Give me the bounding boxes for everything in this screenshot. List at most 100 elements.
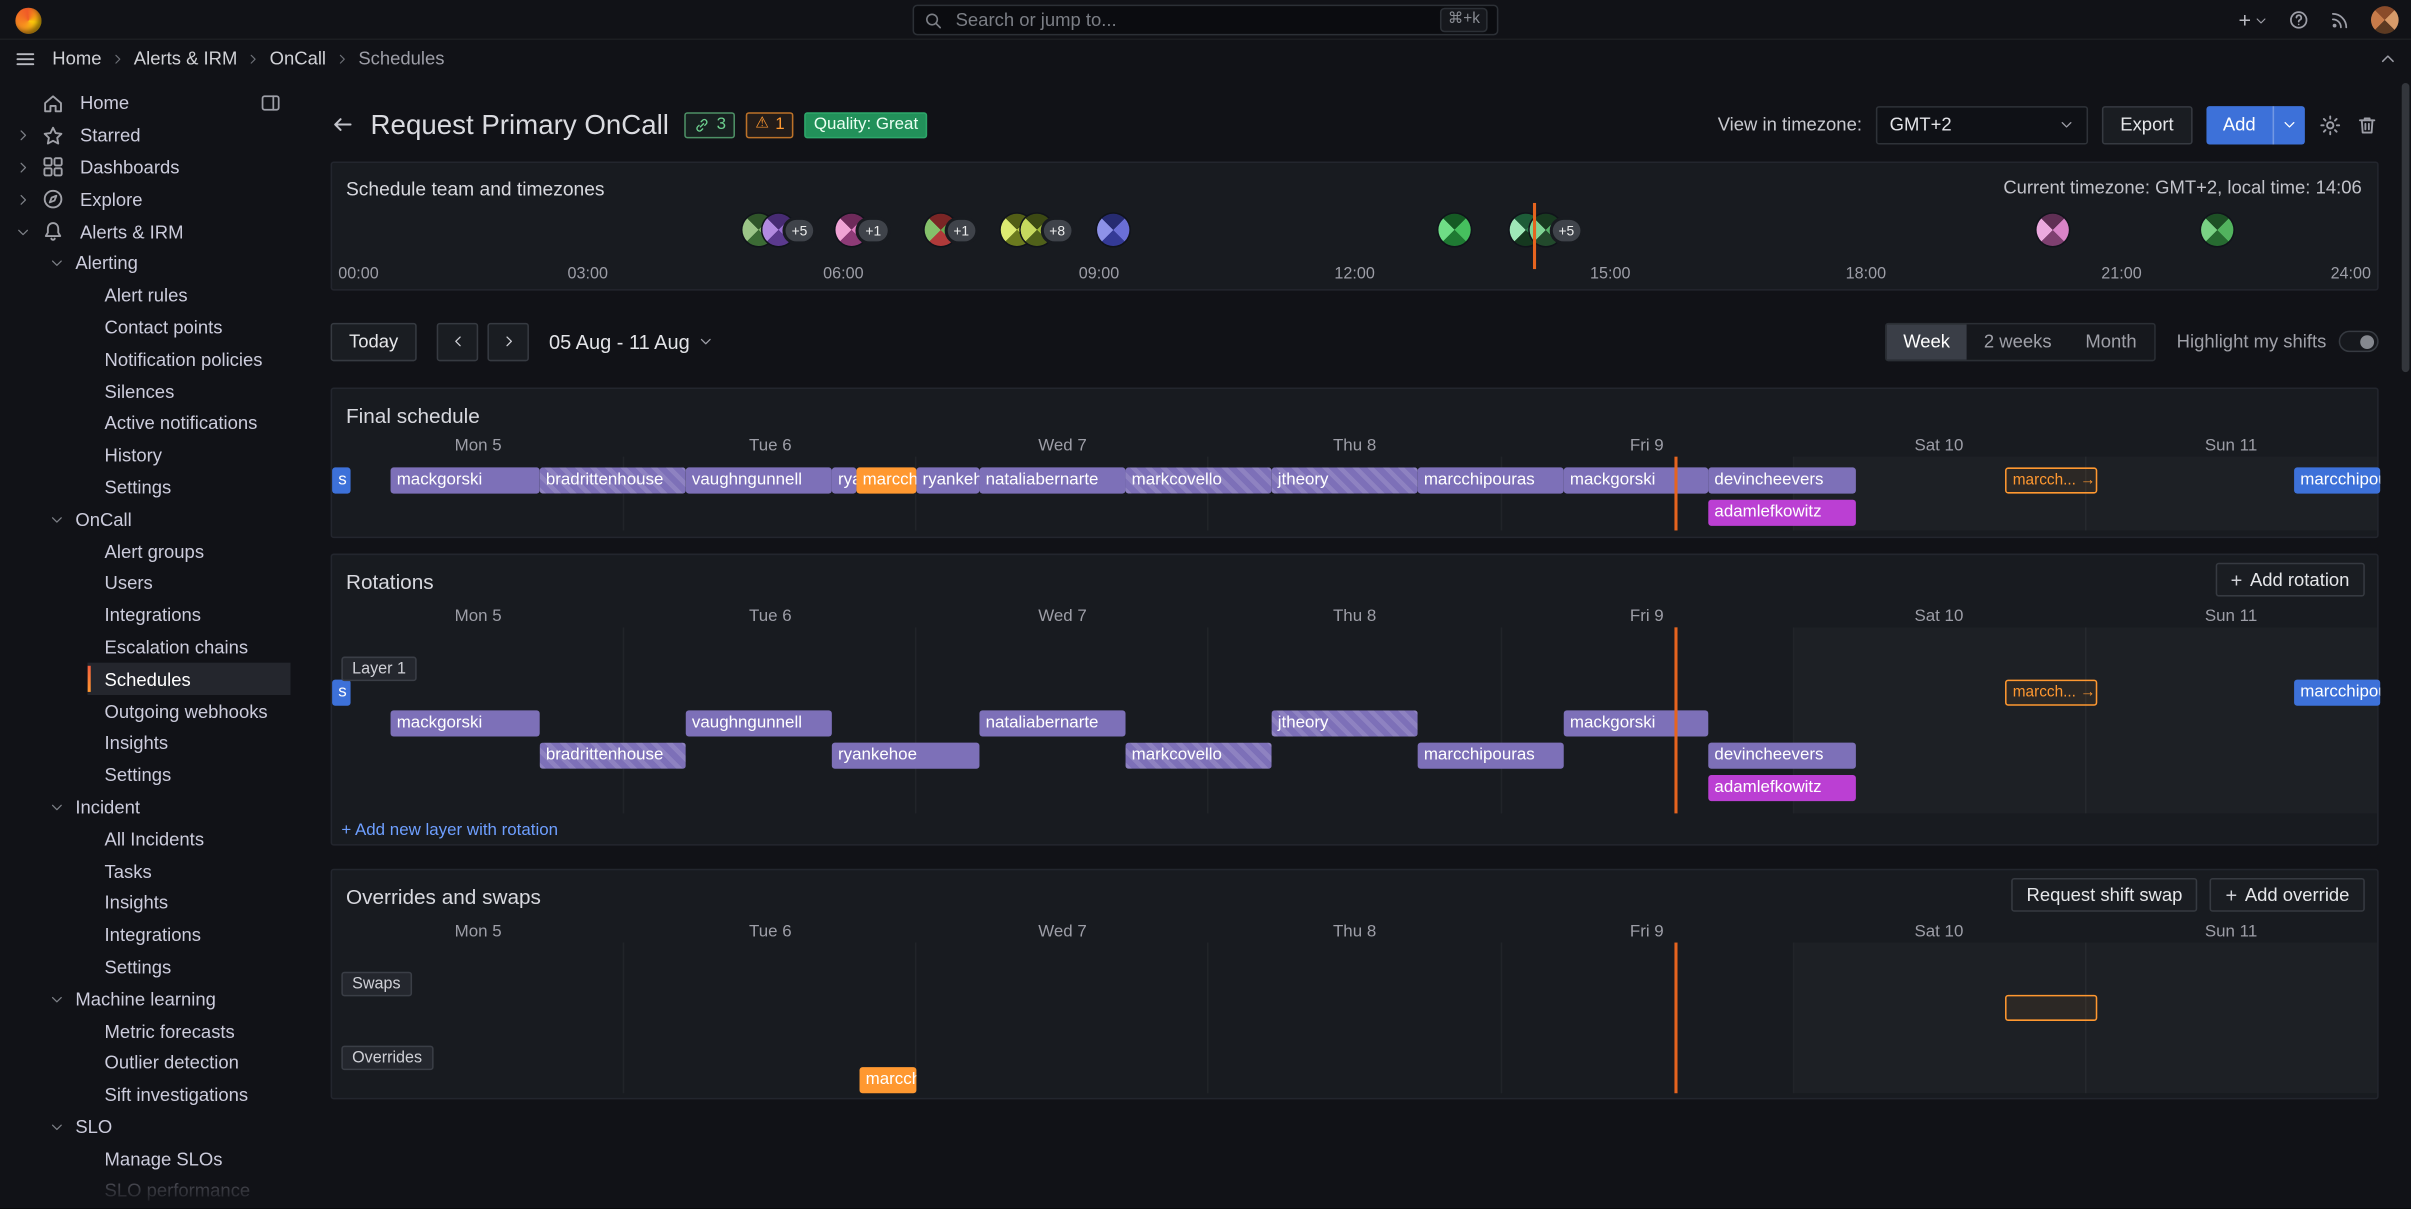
sidebar-item-slo-performance[interactable]: SLO performance xyxy=(0,1175,297,1207)
sidebar-item-metric-forecasts[interactable]: Metric forecasts xyxy=(0,1015,297,1047)
shift-bar[interactable]: markcovello xyxy=(1126,467,1272,493)
user-avatar-group[interactable]: +1 xyxy=(924,214,975,246)
rotation-bar[interactable]: mackgorski xyxy=(391,710,540,736)
news-button[interactable] xyxy=(2329,9,2351,31)
sidebar-item-slo[interactable]: SLO xyxy=(0,1111,297,1143)
sidebar-item-contact-points[interactable]: Contact points xyxy=(0,311,297,343)
dock-menu-icon[interactable] xyxy=(260,93,282,115)
highlight-shifts-toggle[interactable] xyxy=(2339,331,2379,353)
sidebar-item-alert-rules[interactable]: Alert rules xyxy=(0,280,297,312)
user-avatar-group[interactable] xyxy=(2036,214,2068,246)
shift-bar[interactable]: s xyxy=(332,680,350,706)
sidebar-item-alerting[interactable]: Alerting xyxy=(0,248,297,280)
rotation-bar[interactable]: adamlefkowitz xyxy=(1708,775,1856,801)
sidebar-item-all-incidents[interactable]: All Incidents xyxy=(0,823,297,855)
shift-bar[interactable]: rya xyxy=(832,467,857,493)
sidebar-item-alerting-settings[interactable]: Settings xyxy=(0,471,297,503)
breadcrumb-home[interactable]: Home xyxy=(52,48,101,70)
new-menu-button[interactable]: + xyxy=(2238,9,2268,31)
view-week-tab[interactable]: Week xyxy=(1886,324,1967,359)
shift-bar[interactable]: mackgorski xyxy=(1564,467,1709,493)
view-2weeks-tab[interactable]: 2 weeks xyxy=(1967,324,2069,359)
user-avatar[interactable] xyxy=(2371,6,2399,34)
rotation-bar[interactable]: nataliabernarte xyxy=(979,710,1125,736)
sidebar-item-active-notifications[interactable]: Active notifications xyxy=(0,407,297,439)
shift-bar[interactable]: adamlefkowitz xyxy=(1708,500,1856,526)
breadcrumb-alerts-irm[interactable]: Alerts & IRM xyxy=(134,48,238,70)
rotation-bar[interactable]: vaughngunnell xyxy=(686,710,832,736)
sidebar-item-alerts-irm[interactable]: Alerts & IRM xyxy=(0,216,297,248)
sidebar-item-incident-insights[interactable]: Insights xyxy=(0,887,297,919)
shift-bar[interactable]: vaughngunnell xyxy=(686,467,832,493)
scroll-to-top-button[interactable] xyxy=(2379,49,2397,67)
sidebar-item-oncall-settings[interactable]: Settings xyxy=(0,759,297,791)
add-rotation-button[interactable]: + Add rotation xyxy=(2215,563,2365,597)
sidebar-item-machine-learning[interactable]: Machine learning xyxy=(0,983,297,1015)
sidebar-item-schedules[interactable]: Schedules xyxy=(0,663,297,695)
user-avatar-group[interactable]: +8 xyxy=(1000,214,1071,246)
rotation-bar[interactable]: jtheory xyxy=(1272,710,1418,736)
user-avatar-group[interactable]: +1 xyxy=(836,214,887,246)
shift-bar[interactable]: devincheevers xyxy=(1708,467,1856,493)
shift-bar[interactable]: jtheory xyxy=(1272,467,1418,493)
sidebar-item-incident-settings[interactable]: Settings xyxy=(0,951,297,983)
user-avatar-group[interactable]: +5 xyxy=(742,214,813,246)
shift-bar[interactable]: ryankeho xyxy=(916,467,979,493)
page-scrollbar[interactable] xyxy=(2402,83,2410,372)
rotation-bar[interactable]: markcovello xyxy=(1126,743,1272,769)
swap-request-bar[interactable] xyxy=(2005,995,2097,1021)
sidebar-item-tasks[interactable]: Tasks xyxy=(0,855,297,887)
quality-badge[interactable]: Quality: Great xyxy=(805,111,928,137)
sidebar-item-dashboards[interactable]: Dashboards xyxy=(0,152,297,184)
shift-bar[interactable]: bradrittenhouse xyxy=(540,467,686,493)
override-bar[interactable]: marcchip xyxy=(860,1067,917,1093)
sidebar-item-oncall-insights[interactable]: Insights xyxy=(0,727,297,759)
menu-toggle-button[interactable] xyxy=(14,47,37,70)
sidebar-item-manage-slos[interactable]: Manage SLOs xyxy=(0,1143,297,1175)
breadcrumb-oncall[interactable]: OnCall xyxy=(270,48,326,70)
next-week-button[interactable] xyxy=(487,322,529,360)
shift-bar[interactable]: s xyxy=(332,467,350,493)
sidebar-item-oncall[interactable]: OnCall xyxy=(0,503,297,535)
user-avatar-group[interactable]: +5 xyxy=(1509,214,1580,246)
timezone-select[interactable]: GMT+2 xyxy=(1876,105,2088,143)
view-month-tab[interactable]: Month xyxy=(2068,324,2153,359)
help-button[interactable] xyxy=(2288,9,2310,31)
add-layer-link[interactable]: + Add new layer with rotation xyxy=(341,821,558,839)
settings-gear-icon[interactable] xyxy=(2319,113,2342,136)
linked-escalations-badge[interactable]: 3 xyxy=(684,111,735,137)
shift-bar[interactable]: marcchipouras xyxy=(1418,467,1564,493)
user-avatar-group[interactable] xyxy=(1439,214,1471,246)
sidebar-item-notification-policies[interactable]: Notification policies xyxy=(0,343,297,375)
sidebar-item-sift-investigations[interactable]: Sift investigations xyxy=(0,1079,297,1111)
rotation-bar[interactable]: devincheevers xyxy=(1708,743,1856,769)
sidebar-item-incident-integrations[interactable]: Integrations xyxy=(0,919,297,951)
sidebar-item-outlier-detection[interactable]: Outlier detection xyxy=(0,1047,297,1079)
sidebar-item-oncall-integrations[interactable]: Integrations xyxy=(0,599,297,631)
date-range-selector[interactable]: 05 Aug - 11 Aug xyxy=(549,330,713,353)
sidebar-item-explore[interactable]: Explore xyxy=(0,184,297,216)
user-avatar-group[interactable] xyxy=(2201,214,2233,246)
rotation-bar[interactable]: marcchipouras xyxy=(1418,743,1564,769)
rotation-bar[interactable]: bradrittenhouse xyxy=(540,743,686,769)
sidebar-item-starred[interactable]: Starred xyxy=(0,120,297,152)
rotation-bar[interactable]: mackgorski xyxy=(1564,710,1709,736)
sidebar-item-users[interactable]: Users xyxy=(0,567,297,599)
delete-trash-icon[interactable] xyxy=(2356,113,2379,136)
add-button[interactable]: Add xyxy=(2206,105,2305,143)
export-button[interactable]: Export xyxy=(2102,105,2192,143)
request-shift-swap-button[interactable]: Request shift swap xyxy=(2011,878,2198,912)
shift-bar[interactable]: nataliabernarte xyxy=(979,467,1125,493)
user-avatar-group[interactable] xyxy=(1097,214,1129,246)
add-override-button[interactable]: + Add override xyxy=(2210,878,2365,912)
sidebar-item-alert-groups[interactable]: Alert groups xyxy=(0,535,297,567)
search-input[interactable] xyxy=(953,8,1431,33)
override-bar[interactable]: marcchip xyxy=(856,467,916,493)
sidebar-item-silences[interactable]: Silences xyxy=(0,375,297,407)
warnings-badge[interactable]: ⚠ 1 xyxy=(746,111,794,137)
sidebar-item-outgoing-webhooks[interactable]: Outgoing webhooks xyxy=(0,695,297,727)
shift-bar[interactable]: marcchipoura xyxy=(2294,467,2380,493)
rotation-bar[interactable]: ryankehoe xyxy=(832,743,980,769)
shift-bar[interactable]: marcchipoura xyxy=(2294,680,2380,706)
swap-request-bar[interactable]: marcch... → ? xyxy=(2005,467,2097,493)
